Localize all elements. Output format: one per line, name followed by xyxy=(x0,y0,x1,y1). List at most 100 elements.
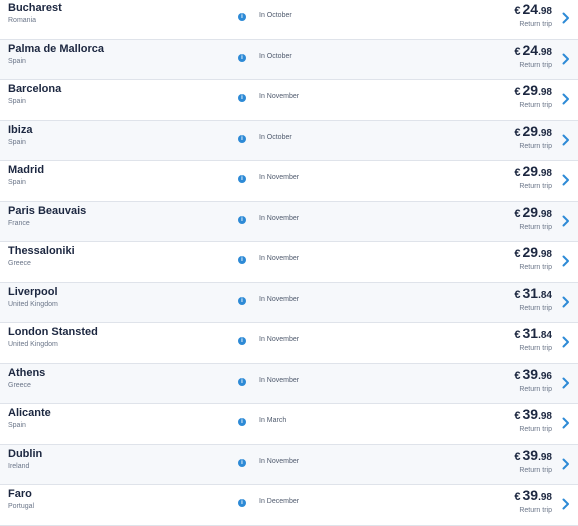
price: €29.98 xyxy=(514,203,552,222)
price-decimal: .98 xyxy=(538,168,552,179)
info-icon[interactable]: i xyxy=(238,94,246,102)
info-icon[interactable]: i xyxy=(238,13,246,21)
info-icon[interactable]: i xyxy=(238,215,246,224)
destination-city: Thessaloniki xyxy=(8,245,75,257)
destination-city: Palma de Mallorca xyxy=(8,42,104,55)
destination: Thessaloniki Greece xyxy=(8,245,75,269)
destination-country: Romania xyxy=(8,17,37,24)
flight-row[interactable]: Alicante Spain i In March €39.98 Return … xyxy=(0,404,578,445)
chevron-right-icon[interactable] xyxy=(562,255,570,267)
price-integer: 29 xyxy=(522,203,539,220)
destination-country: United Kingdom xyxy=(8,341,58,348)
travel-month: In November xyxy=(259,376,300,384)
destination: Bucharest Romania xyxy=(8,2,62,26)
price-decimal: .98 xyxy=(538,411,552,422)
destination: Barcelona Spain xyxy=(8,83,61,107)
flight-row[interactable]: Barcelona Spain i In November €29.98 Ret… xyxy=(0,80,578,121)
info-icon[interactable]: i xyxy=(238,499,246,507)
destination-country: Spain xyxy=(8,138,26,146)
travel-month: In November xyxy=(259,93,300,100)
price-integer: 31 xyxy=(522,325,539,341)
currency: € xyxy=(514,45,521,58)
destination-country: United Kingdom xyxy=(8,300,58,308)
destination-city: London Stansted xyxy=(8,326,98,338)
destination-city: Athens xyxy=(8,366,46,379)
chevron-right-icon[interactable] xyxy=(562,336,570,348)
info-icon[interactable]: i xyxy=(238,418,246,426)
price-integer: 29 xyxy=(522,244,539,260)
info-icon[interactable]: i xyxy=(238,175,246,183)
flight-row[interactable]: Dublin Ireland i In November €39.98 Retu… xyxy=(0,444,578,485)
flight-row[interactable]: Thessaloniki Greece i In November €29.98… xyxy=(0,242,578,283)
price: €39.98 xyxy=(514,407,552,424)
price: €39.96 xyxy=(514,366,552,384)
trip-type: Return trip xyxy=(519,345,552,352)
chevron-right-icon[interactable] xyxy=(562,174,570,186)
destination-city: Dublin xyxy=(8,447,43,460)
info-icon[interactable]: i xyxy=(238,134,246,143)
chevron-right-icon[interactable] xyxy=(562,53,570,65)
info-icon[interactable]: i xyxy=(238,458,246,467)
travel-month: In November xyxy=(259,295,300,303)
chevron-right-icon[interactable] xyxy=(562,417,570,429)
trip-type: Return trip xyxy=(519,426,552,433)
flight-row[interactable]: Athens Greece i In November €39.96 Retur… xyxy=(0,363,578,404)
flight-row[interactable]: Palma de Mallorca Spain i In October €24… xyxy=(0,39,578,80)
price-integer: 24 xyxy=(522,1,539,17)
flight-row[interactable]: London Stansted United Kingdom i In Nove… xyxy=(0,323,578,364)
price-decimal: .98 xyxy=(538,87,552,98)
price-decimal: .98 xyxy=(538,127,552,139)
price-integer: 29 xyxy=(522,82,539,98)
info-icon[interactable]: i xyxy=(238,256,246,264)
flight-row[interactable]: Liverpool United Kingdom i In November €… xyxy=(0,282,578,323)
price-block: €24.98 Return trip xyxy=(514,42,552,70)
trip-type: Return trip xyxy=(519,507,552,514)
destination-country: Ireland xyxy=(8,462,30,470)
info-icon[interactable]: i xyxy=(238,53,246,62)
travel-month: In December xyxy=(259,498,300,505)
price-decimal: .98 xyxy=(538,492,552,503)
price-decimal: .96 xyxy=(538,370,552,382)
price-decimal: .98 xyxy=(538,249,552,260)
price-decimal: .98 xyxy=(538,46,552,58)
price-block: €39.98 Return trip xyxy=(514,407,552,434)
flight-row[interactable]: Faro Portugal i In December €39.98 Retur… xyxy=(0,485,578,526)
trip-type: Return trip xyxy=(519,102,552,109)
price-block: €29.98 Return trip xyxy=(514,83,552,110)
destination: Dublin Ireland xyxy=(8,448,42,472)
trip-type: Return trip xyxy=(519,264,552,271)
flight-row[interactable]: Paris Beauvais France i In November €29.… xyxy=(0,201,578,242)
chevron-right-icon[interactable] xyxy=(562,296,570,308)
chevron-right-icon[interactable] xyxy=(562,458,570,470)
currency: € xyxy=(514,329,521,341)
destination-country: Spain xyxy=(8,98,26,105)
flight-row[interactable]: Bucharest Romania i In October €24.98 Re… xyxy=(0,0,578,40)
destination-city: Liverpool xyxy=(8,285,58,298)
trip-type: Return trip xyxy=(519,223,552,231)
flight-row[interactable]: Madrid Spain i In November €29.98 Return… xyxy=(0,161,578,202)
info-icon[interactable]: i xyxy=(238,337,246,345)
destination-country: Spain xyxy=(8,57,26,65)
chevron-right-icon[interactable] xyxy=(562,498,570,510)
flight-row[interactable]: Ibiza Spain i In October €29.98 Return t… xyxy=(0,120,578,161)
chevron-right-icon[interactable] xyxy=(562,215,570,227)
info-icon[interactable]: i xyxy=(238,296,246,305)
currency: € xyxy=(514,410,521,422)
chevron-right-icon[interactable] xyxy=(562,93,570,105)
chevron-right-icon[interactable] xyxy=(562,377,570,389)
destination: Paris Beauvais France xyxy=(8,205,86,229)
trip-type: Return trip xyxy=(519,21,552,28)
chevron-right-icon[interactable] xyxy=(562,134,570,146)
currency: € xyxy=(514,5,521,17)
destination-country: Greece xyxy=(8,381,31,389)
travel-month: In November xyxy=(259,457,300,465)
destination-city: Barcelona xyxy=(8,83,62,95)
info-icon[interactable]: i xyxy=(238,377,246,386)
price-integer: 39 xyxy=(522,487,539,503)
currency: € xyxy=(514,491,521,503)
destination: London Stansted United Kingdom xyxy=(8,326,98,350)
price-block: €39.98 Return trip xyxy=(514,488,552,515)
trip-type: Return trip xyxy=(519,304,552,312)
trip-type: Return trip xyxy=(519,385,552,393)
chevron-right-icon[interactable] xyxy=(562,12,570,24)
